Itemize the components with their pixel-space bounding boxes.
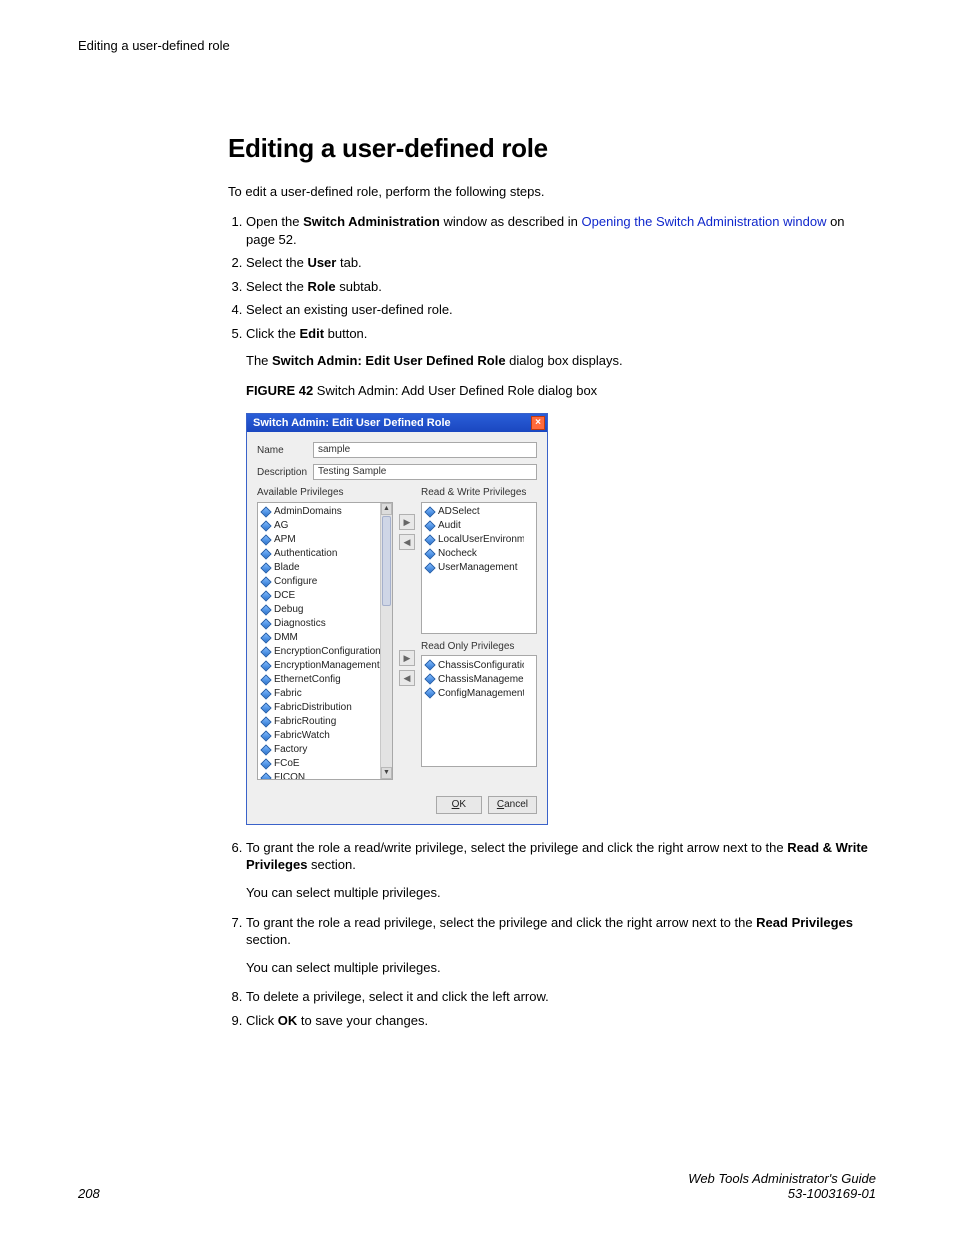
list-item[interactable]: Blade — [260, 561, 380, 575]
privilege-icon — [260, 520, 271, 531]
list-item[interactable]: ConfigManagement — [424, 686, 524, 700]
privilege-icon — [260, 618, 271, 629]
list-item[interactable]: Fabric — [260, 687, 380, 701]
list-item[interactable]: APM — [260, 533, 380, 547]
running-head: Editing a user-defined role — [78, 38, 876, 53]
privilege-icon — [424, 674, 435, 685]
list-item[interactable]: AdminDomains — [260, 505, 380, 519]
section-title: Editing a user-defined role — [228, 133, 876, 164]
description-label: Description — [257, 466, 313, 480]
privilege-icon — [424, 562, 435, 573]
scroll-thumb[interactable] — [382, 516, 391, 606]
privilege-icon — [424, 688, 435, 699]
name-label: Name — [257, 444, 313, 458]
privilege-icon — [260, 688, 271, 699]
link-open-switch-admin[interactable]: Opening the Switch Administration window — [582, 214, 827, 229]
list-item[interactable]: LocalUserEnvironment — [424, 533, 524, 547]
step-4: Select an existing user-defined role. — [246, 301, 876, 319]
available-privileges-list[interactable]: AdminDomainsAGAPMAuthenticationBladeConf… — [257, 502, 393, 780]
privilege-icon — [260, 730, 271, 741]
privilege-icon — [260, 772, 271, 779]
edit-role-dialog: Switch Admin: Edit User Defined Role × N… — [246, 413, 548, 825]
move-left-rw-button[interactable]: ◀ — [399, 534, 415, 550]
list-item[interactable]: EncryptionManagement — [260, 659, 380, 673]
privilege-icon — [260, 674, 271, 685]
ok-button[interactable]: OK — [436, 796, 482, 814]
dialog-titlebar: Switch Admin: Edit User Defined Role × — [247, 414, 547, 432]
rw-privileges-list[interactable]: ADSelectAuditLocalUserEnvironmentNocheck… — [421, 502, 537, 634]
list-item[interactable]: FabricRouting — [260, 715, 380, 729]
list-item[interactable]: Configure — [260, 575, 380, 589]
list-item[interactable]: FabricDistribution — [260, 701, 380, 715]
list-item[interactable]: EncryptionConfiguration — [260, 645, 380, 659]
privilege-icon — [260, 548, 271, 559]
privilege-icon — [260, 632, 271, 643]
footer-docnum: 53-1003169-01 — [788, 1186, 876, 1201]
list-item[interactable]: Nocheck — [424, 547, 524, 561]
list-item[interactable]: FabricWatch — [260, 729, 380, 743]
close-icon[interactable]: × — [531, 416, 545, 430]
move-right-rw-button[interactable]: ▶ — [399, 514, 415, 530]
intro-text: To edit a user-defined role, perform the… — [228, 184, 876, 199]
privilege-icon — [260, 744, 271, 755]
move-right-ro-button[interactable]: ▶ — [399, 650, 415, 666]
privilege-icon — [260, 534, 271, 545]
step-8: To delete a privilege, select it and cli… — [246, 988, 876, 1006]
ro-privileges-label: Read Only Privileges — [421, 640, 537, 654]
dialog-title: Switch Admin: Edit User Defined Role — [253, 416, 451, 431]
list-item[interactable]: ChassisConfiguration — [424, 658, 524, 672]
privilege-icon — [260, 590, 271, 601]
cancel-button[interactable]: Cancel — [488, 796, 537, 814]
list-item[interactable]: Diagnostics — [260, 617, 380, 631]
privilege-icon — [424, 506, 435, 517]
privilege-icon — [260, 702, 271, 713]
footer-guide: Web Tools Administrator's Guide — [688, 1171, 876, 1186]
privilege-icon — [260, 660, 271, 671]
name-field[interactable]: sample — [313, 442, 537, 458]
list-item[interactable]: EthernetConfig — [260, 673, 380, 687]
ro-privileges-list[interactable]: ChassisConfigurationChassisManagementCon… — [421, 655, 537, 767]
move-left-ro-button[interactable]: ◀ — [399, 670, 415, 686]
privilege-icon — [260, 562, 271, 573]
steps-list: Open the Switch Administration window as… — [228, 213, 876, 1029]
description-field[interactable]: Testing Sample — [313, 464, 537, 480]
list-item[interactable]: FCoE — [260, 757, 380, 771]
list-item[interactable]: DMM — [260, 631, 380, 645]
privilege-icon — [260, 758, 271, 769]
scroll-up-icon[interactable]: ▲ — [381, 503, 392, 515]
privilege-icon — [260, 604, 271, 615]
rw-privileges-label: Read & Write Privileges — [421, 486, 537, 500]
scrollbar[interactable]: ▲ ▼ — [380, 503, 392, 779]
list-item[interactable]: DCE — [260, 589, 380, 603]
list-item[interactable]: Authentication — [260, 547, 380, 561]
list-item[interactable]: Debug — [260, 603, 380, 617]
list-item[interactable]: Factory — [260, 743, 380, 757]
step-1: Open the Switch Administration window as… — [246, 213, 876, 248]
privilege-icon — [260, 646, 271, 657]
privilege-icon — [424, 548, 435, 559]
page-number: 208 — [78, 1186, 100, 1201]
privilege-icon — [260, 576, 271, 587]
available-privileges-label: Available Privileges — [257, 486, 393, 500]
step-7: To grant the role a read privilege, sele… — [246, 914, 876, 977]
privilege-icon — [424, 520, 435, 531]
list-item[interactable]: AG — [260, 519, 380, 533]
figure-caption: FIGURE 42 Switch Admin: Add User Defined… — [246, 382, 876, 400]
list-item[interactable]: Audit — [424, 519, 524, 533]
step-6: To grant the role a read/write privilege… — [246, 839, 876, 902]
step-2: Select the User tab. — [246, 254, 876, 272]
step-9: Click OK to save your changes. — [246, 1012, 876, 1030]
step-5: Click the Edit button. The Switch Admin:… — [246, 325, 876, 825]
list-item[interactable]: ChassisManagement — [424, 672, 524, 686]
scroll-down-icon[interactable]: ▼ — [381, 767, 392, 779]
privilege-icon — [260, 716, 271, 727]
privilege-icon — [424, 534, 435, 545]
privilege-icon — [424, 660, 435, 671]
list-item[interactable]: FICON — [260, 771, 380, 779]
list-item[interactable]: UserManagement — [424, 561, 524, 575]
list-item[interactable]: ADSelect — [424, 505, 524, 519]
page-footer: 208 Web Tools Administrator's Guide 53-1… — [78, 1171, 876, 1201]
privilege-icon — [260, 506, 271, 517]
step-3: Select the Role subtab. — [246, 278, 876, 296]
